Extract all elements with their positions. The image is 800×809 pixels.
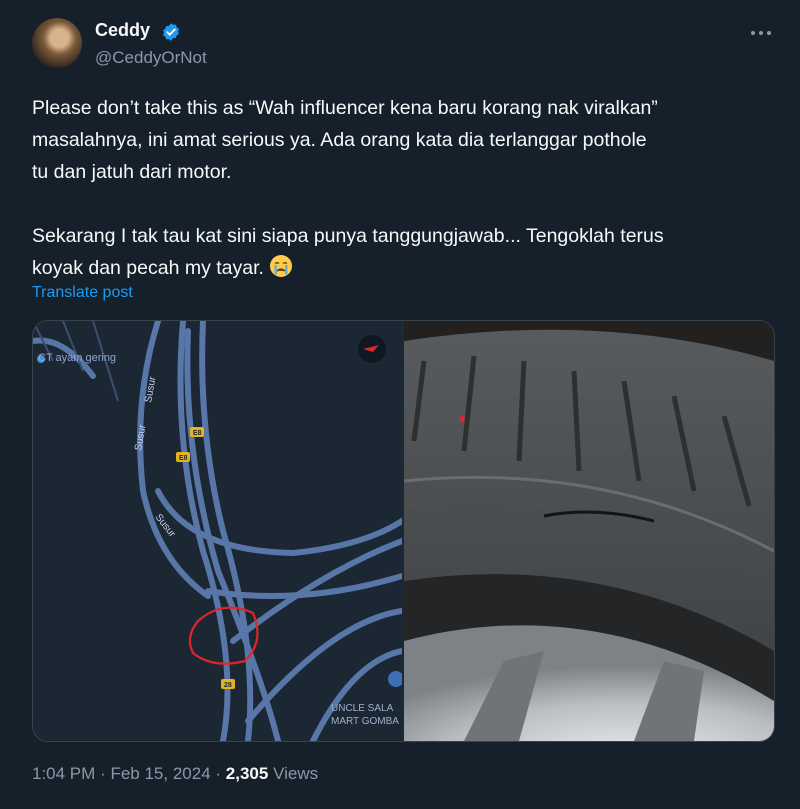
tweet-text-line: tu dan jatuh dari motor. [32, 161, 232, 183]
map-place-label: MART GOMBA [331, 716, 399, 727]
highway-shield-label: E8 [179, 455, 188, 462]
verified-badge-icon [163, 23, 179, 41]
map-place-label: UNCLE SALA [331, 703, 394, 714]
post-time[interactable]: 1:04 PM [32, 764, 95, 783]
crying-face-emoji-icon [270, 255, 293, 277]
map-image[interactable]: CT ayam gering Susur Susur Susur E8 E8 2… [33, 321, 402, 741]
separator: · [100, 764, 106, 783]
views-count: 2,305 [225, 764, 269, 783]
map-poi-label: CT ayam gering [38, 352, 116, 364]
separator: · [215, 764, 222, 783]
tweet-text-line: masalahnya, ini amat serious ya. Ada ora… [32, 129, 647, 151]
display-name[interactable]: Ceddy [95, 20, 150, 41]
views-label: Views [273, 764, 319, 783]
post-date[interactable]: Feb 15, 2024 [110, 764, 210, 783]
more-options-icon[interactable] [748, 20, 774, 46]
tweet-text-line: Please don’t take this as “Wah influence… [32, 97, 658, 119]
highway-shield-label: 28 [224, 682, 232, 689]
tweet-text: Please don’t take this as “Wah influence… [32, 92, 772, 284]
tweet-text-line: Sekarang I tak tau kat sini siapa punya … [32, 225, 664, 247]
tweet-card: Ceddy @CeddyOrNot Please don’t take this… [0, 0, 800, 809]
tweet-meta: 1:04 PM · Feb 15, 2024 · 2,305 Views [32, 764, 318, 784]
highway-shield-label: E8 [193, 430, 202, 437]
tweet-text-line: koyak dan pecah my tayar. [32, 257, 264, 279]
avatar[interactable] [32, 18, 82, 68]
translate-post-link[interactable]: Translate post [32, 284, 133, 302]
tire-photo[interactable] [404, 321, 774, 741]
author-handle[interactable]: @CeddyOrNot [95, 48, 207, 68]
media-grid: CT ayam gering Susur Susur Susur E8 E8 2… [32, 320, 775, 742]
